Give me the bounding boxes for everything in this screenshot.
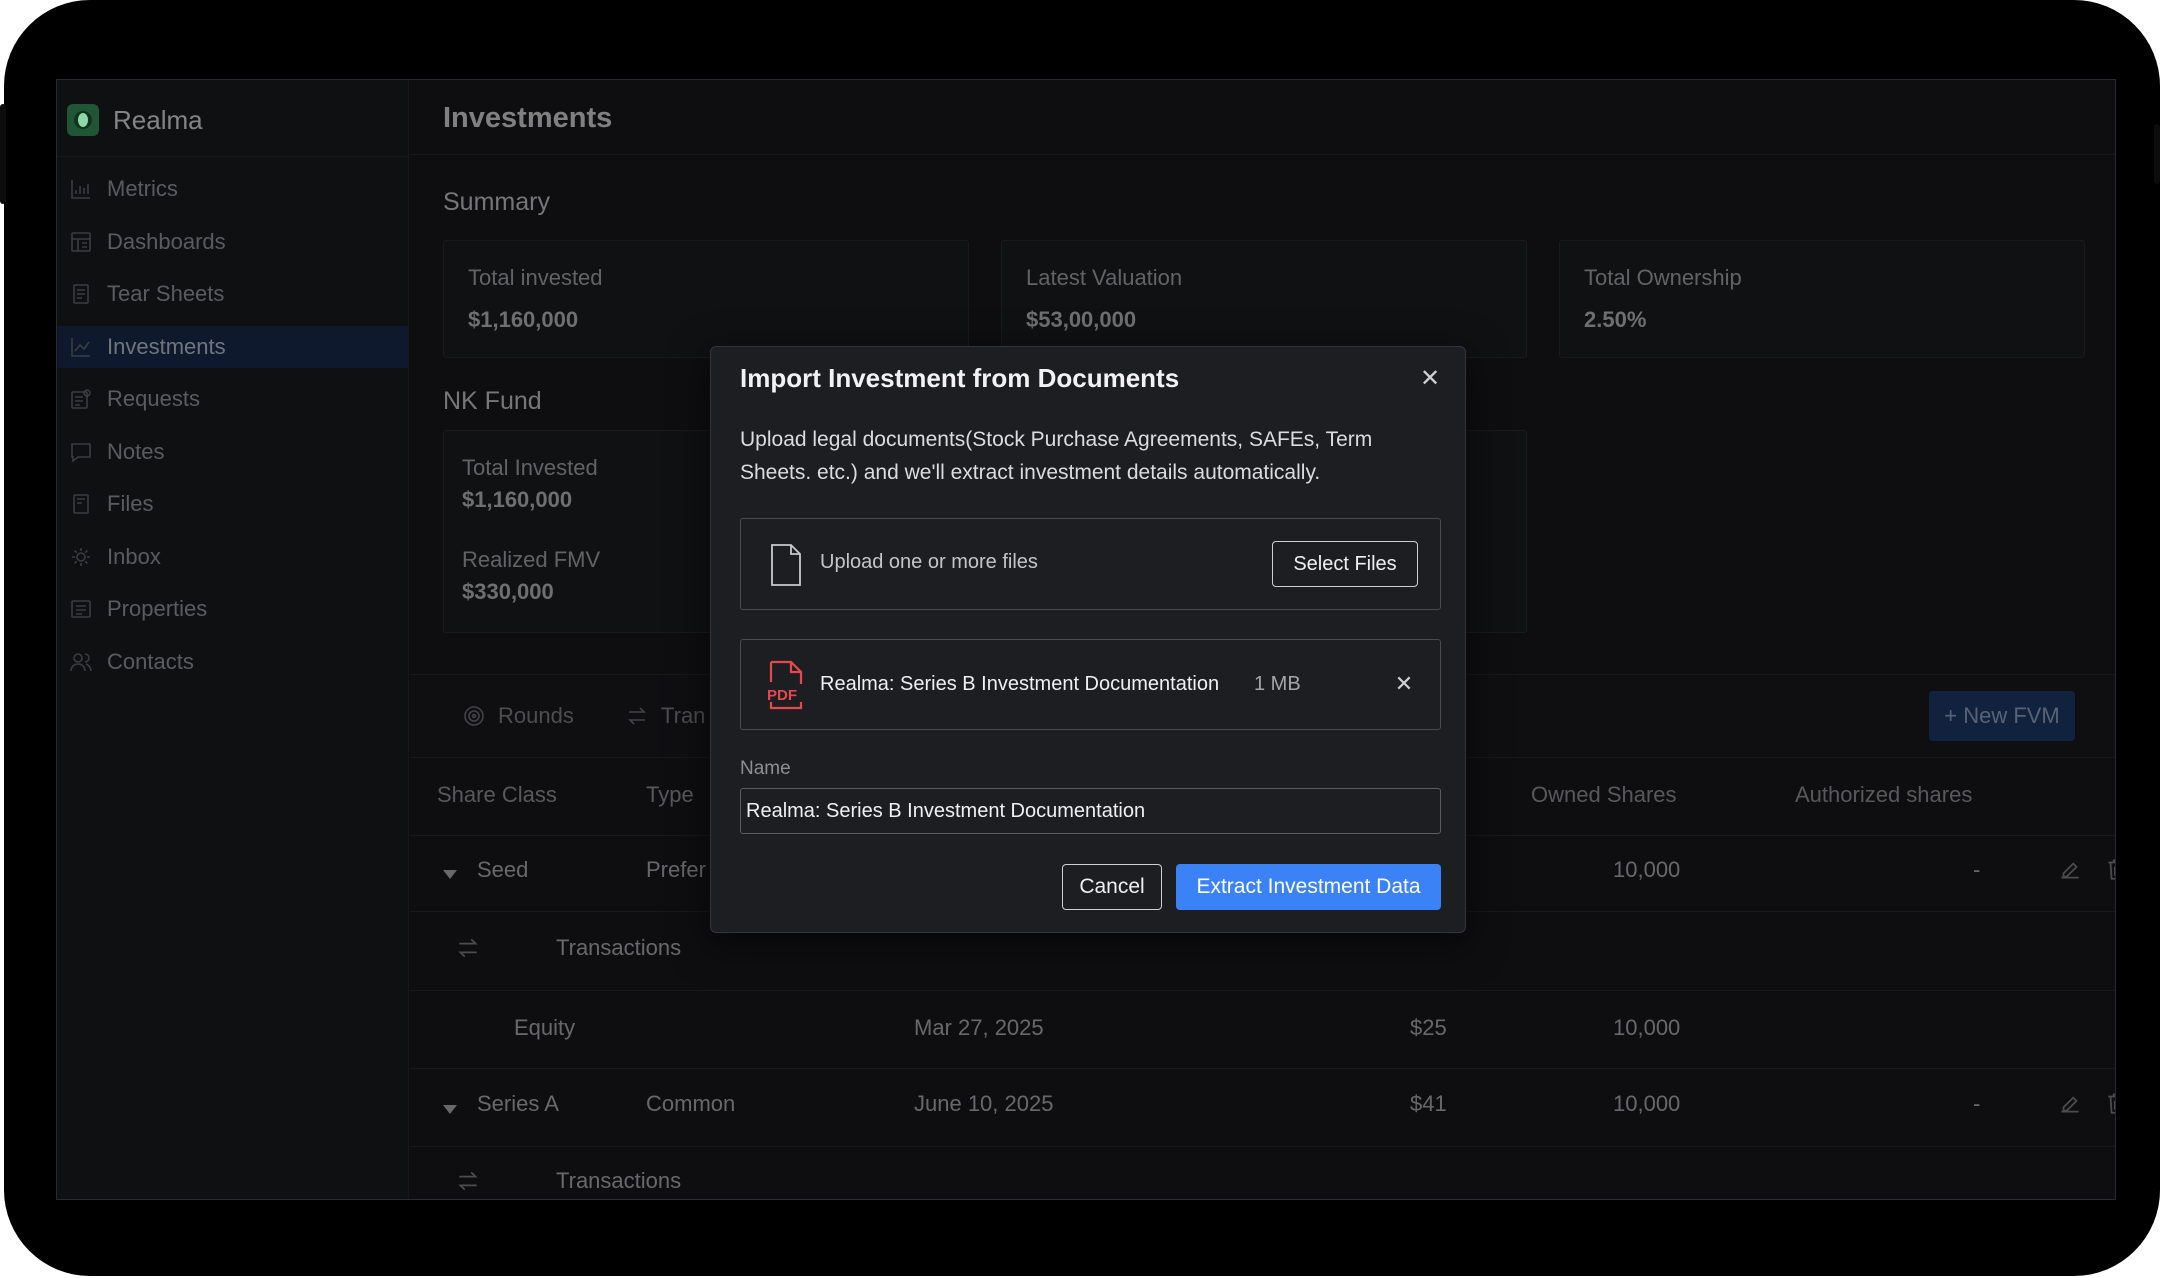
file-name: Realma: Series B Investment Documentatio… [820,673,1220,695]
device-frame: Realma Metrics Dashboards Tear Sheets In… [0,0,2160,1276]
upload-text: Upload one or more files [820,551,1038,573]
file-size: 1 MB [1254,673,1301,695]
modal-description: Upload legal documents(Stock Purchase Ag… [740,428,1373,484]
file-dropzone[interactable]: Upload one or more files Select Files [740,518,1441,610]
file-icon [769,543,803,587]
import-documents-modal: Import Investment from Documents ✕ Uploa… [710,346,1466,933]
select-files-button[interactable]: Select Files [1272,541,1418,587]
uploaded-file-item: PDF Realma: Series B Investment Document… [740,639,1441,730]
name-input[interactable] [740,788,1441,834]
modal-title: Import Investment from Documents [740,363,1180,393]
remove-file-icon[interactable]: ✕ [1390,670,1418,698]
side-button [2154,124,2160,184]
side-button [0,104,6,204]
cancel-button[interactable]: Cancel [1062,864,1162,910]
pdf-icon: PDF [765,660,807,710]
extract-investment-data-button[interactable]: Extract Investment Data [1176,864,1441,910]
pdf-badge: PDF [767,687,797,704]
app-screen: Realma Metrics Dashboards Tear Sheets In… [56,79,2116,1200]
close-icon[interactable]: ✕ [1417,365,1443,392]
name-label: Name [740,758,791,779]
